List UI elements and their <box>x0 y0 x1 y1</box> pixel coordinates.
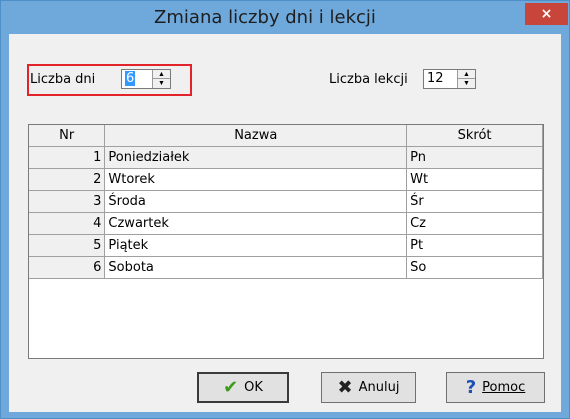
liczba-lekcji-up-icon[interactable]: ▲ <box>458 70 475 79</box>
checkmark-icon: ✔ <box>223 376 239 398</box>
table-row[interactable]: 1 Poniedziałek Pn <box>29 146 543 169</box>
table-row[interactable]: 3 Środa Śr <box>29 190 543 213</box>
row-skrot[interactable]: Śr <box>406 190 543 213</box>
table-header-row: Nr Nazwa Skrót <box>29 125 543 147</box>
column-header-nazwa[interactable]: Nazwa <box>104 125 408 147</box>
dialog-title: Zmiana liczby dni i lekcji <box>154 7 376 28</box>
row-nr: 2 <box>29 168 106 191</box>
x-mark-icon: ✖ <box>337 376 353 398</box>
row-skrot[interactable]: So <box>406 256 543 279</box>
ok-label: OK <box>244 380 263 395</box>
table-row[interactable]: 2 Wtorek Wt <box>29 168 543 191</box>
dialog-body: Liczba dni 6 ▲ ▼ Liczba lekcji 12 ▲ ▼ Nr <box>9 34 561 412</box>
close-button[interactable]: × <box>525 3 568 25</box>
row-nr: 4 <box>29 212 106 235</box>
row-nazwa[interactable]: Środa <box>104 190 408 213</box>
table-row[interactable]: 6 Sobota So <box>29 256 543 279</box>
liczba-lekcji-spinner[interactable]: 12 ▲ ▼ <box>423 69 476 89</box>
title-bar[interactable]: Zmiana liczby dni i lekcji × <box>1 1 569 34</box>
column-header-skrot[interactable]: Skrót <box>406 125 543 147</box>
row-skrot[interactable]: Wt <box>406 168 543 191</box>
row-nazwa[interactable]: Piątek <box>104 234 408 257</box>
dialog-window: Zmiana liczby dni i lekcji × Liczba dni … <box>0 0 570 419</box>
row-nazwa[interactable]: Sobota <box>104 256 408 279</box>
row-nr: 6 <box>29 256 106 279</box>
row-nr: 1 <box>29 146 106 169</box>
liczba-lekcji-down-icon[interactable]: ▼ <box>458 79 475 88</box>
row-nazwa[interactable]: Poniedziałek <box>104 146 408 169</box>
row-nazwa[interactable]: Wtorek <box>104 168 408 191</box>
liczba-dni-label: Liczba dni <box>30 72 96 87</box>
liczba-lekcji-value[interactable]: 12 <box>427 71 444 86</box>
ok-button[interactable]: ✔ OK <box>197 372 289 403</box>
help-label: Pomoc <box>482 380 526 395</box>
row-nr: 5 <box>29 234 106 257</box>
cancel-button[interactable]: ✖ Anuluj <box>321 372 416 403</box>
help-button[interactable]: ? Pomoc <box>446 372 545 403</box>
table-row[interactable]: 4 Czwartek Cz <box>29 212 543 235</box>
row-nazwa[interactable]: Czwartek <box>104 212 408 235</box>
row-skrot[interactable]: Cz <box>406 212 543 235</box>
liczba-dni-down-icon[interactable]: ▼ <box>153 79 170 88</box>
liczba-dni-up-icon[interactable]: ▲ <box>153 70 170 79</box>
row-skrot[interactable]: Pn <box>406 146 543 169</box>
table-row[interactable]: 5 Piątek Pt <box>29 234 543 257</box>
question-icon: ? <box>465 376 477 398</box>
column-header-nr[interactable]: Nr <box>29 125 106 147</box>
row-skrot[interactable]: Pt <box>406 234 543 257</box>
row-nr: 3 <box>29 190 106 213</box>
liczba-lekcji-label: Liczba lekcji <box>329 72 408 87</box>
liczba-dni-value[interactable]: 6 <box>125 71 136 86</box>
days-table[interactable]: Nr Nazwa Skrót 1 Poniedziałek Pn 2 Wtore… <box>28 124 544 359</box>
cancel-label: Anuluj <box>358 380 400 395</box>
liczba-dni-spinner[interactable]: 6 ▲ ▼ <box>121 69 171 89</box>
